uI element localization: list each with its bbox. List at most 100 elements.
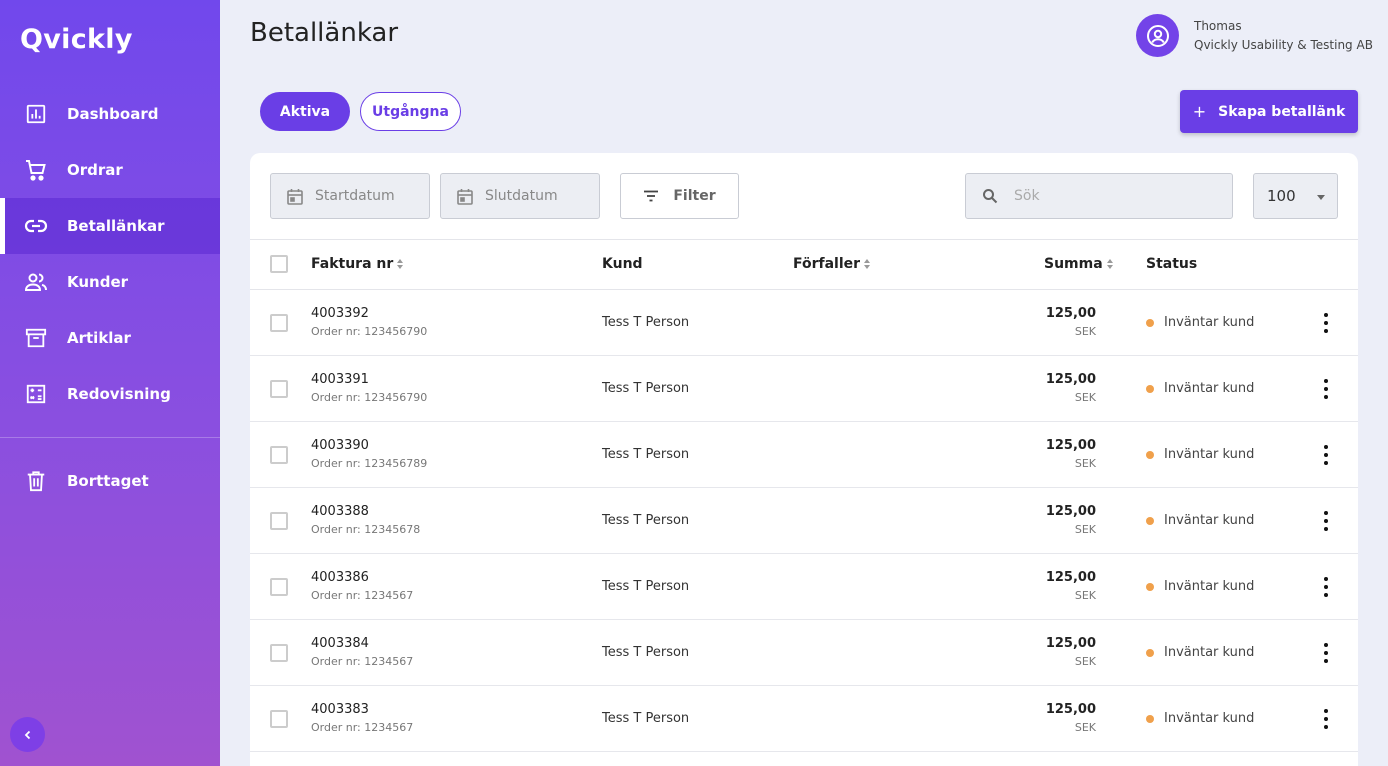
avatar[interactable] <box>1136 14 1179 57</box>
cart-icon <box>24 158 48 182</box>
sort-icon <box>397 259 404 269</box>
status-text: Inväntar kund <box>1164 447 1255 462</box>
select-all-checkbox[interactable] <box>270 255 288 273</box>
search-icon <box>982 188 998 204</box>
start-date-field[interactable]: Startdatum <box>270 173 430 219</box>
currency: SEK <box>1074 325 1096 338</box>
table-header: Faktura nr Kund Förfaller Summa Status <box>250 239 1358 290</box>
more-options-icon[interactable] <box>1316 443 1336 467</box>
table-row[interactable]: 4003390 Order nr: 123456789 Tess T Person 1… <box>250 422 1358 488</box>
amount-value: 125,00 <box>1045 306 1096 321</box>
customer-name: Tess T Person <box>602 645 690 660</box>
customer-name: Tess T Person <box>602 315 690 330</box>
row-checkbox[interactable] <box>270 512 288 530</box>
invoice-number: 4003384 <box>311 636 369 651</box>
create-payment-link-button[interactable]: + Skapa betallänk <box>1180 90 1358 133</box>
table-row[interactable]: 4003392 Order nr: 123456790 Tess T Person 1… <box>250 290 1358 356</box>
collapse-sidebar-button[interactable] <box>10 717 45 752</box>
invoice-number: 4003388 <box>311 504 369 519</box>
invoice-number: 4003391 <box>311 372 369 387</box>
amount-value: 125,00 <box>1045 570 1096 585</box>
status-dot-icon <box>1146 451 1154 459</box>
currency: SEK <box>1074 523 1096 536</box>
column-label: Status <box>1146 256 1198 272</box>
sidebar-divider <box>0 437 220 438</box>
row-checkbox[interactable] <box>270 578 288 596</box>
column-label: Summa <box>1044 256 1103 272</box>
start-date-placeholder: Startdatum <box>315 188 395 204</box>
people-icon <box>24 270 48 294</box>
row-checkbox[interactable] <box>270 446 288 464</box>
table-row[interactable]: 4003391 Order nr: 123456790 Tess T Person 1… <box>250 356 1358 422</box>
search-input[interactable] <box>1014 188 1214 204</box>
invoice-number: 4003390 <box>311 438 369 453</box>
end-date-field[interactable]: Slutdatum <box>440 173 600 219</box>
sidebar-item-label: Dashboard <box>67 105 159 123</box>
sidebar-item-redovisning[interactable]: Redovisning <box>0 366 220 422</box>
row-checkbox[interactable] <box>270 314 288 332</box>
column-label: Kund <box>602 256 643 272</box>
more-options-icon[interactable] <box>1316 377 1336 401</box>
column-header-due[interactable]: Förfaller <box>793 256 871 272</box>
row-checkbox[interactable] <box>270 380 288 398</box>
sidebar-item-kunder[interactable]: Kunder <box>0 254 220 310</box>
customer-name: Tess T Person <box>602 381 690 396</box>
status-dot-icon <box>1146 715 1154 723</box>
page-size-select[interactable]: 100 <box>1253 173 1338 219</box>
sidebar-bottom-nav: Borttaget <box>0 453 220 509</box>
status-text: Inväntar kund <box>1164 315 1255 330</box>
table-row[interactable]: 4003386 Order nr: 1234567 Tess T Person 125… <box>250 554 1358 620</box>
status-dot-icon <box>1146 583 1154 591</box>
amount-value: 125,00 <box>1045 372 1096 387</box>
status-text: Inväntar kund <box>1164 711 1255 726</box>
sidebar-item-label: Ordrar <box>67 161 123 179</box>
column-label: Förfaller <box>793 256 861 272</box>
sidebar-item-dashboard[interactable]: Dashboard <box>0 86 220 142</box>
sidebar: Qvickly Dashboard Ordrar Betallänkar Kun… <box>0 0 220 766</box>
plus-icon: + <box>1192 102 1207 121</box>
row-checkbox[interactable] <box>270 644 288 662</box>
amount-value: 125,00 <box>1045 504 1096 519</box>
sidebar-item-betallankar[interactable]: Betallänkar <box>0 198 220 254</box>
column-header-amount[interactable]: Summa <box>1044 256 1113 272</box>
more-options-icon[interactable] <box>1316 641 1336 665</box>
tab-utgangna[interactable]: Utgångna <box>360 92 461 131</box>
more-options-icon[interactable] <box>1316 509 1336 533</box>
column-header-invoice[interactable]: Faktura nr <box>311 256 404 272</box>
customer-name: Tess T Person <box>602 513 690 528</box>
sidebar-item-artiklar[interactable]: Artiklar <box>0 310 220 366</box>
more-options-icon[interactable] <box>1316 575 1336 599</box>
tab-aktiva[interactable]: Aktiva <box>260 92 350 131</box>
status-text: Inväntar kund <box>1164 645 1255 660</box>
amount-value: 125,00 <box>1045 702 1096 717</box>
order-number: Order nr: 12345678 <box>311 523 421 536</box>
sidebar-item-borttaget[interactable]: Borttaget <box>0 453 220 509</box>
status-text: Inväntar kund <box>1164 513 1255 528</box>
link-icon <box>24 214 48 238</box>
column-header-customer: Kund <box>602 256 643 272</box>
sidebar-item-label: Kunder <box>67 273 129 291</box>
sidebar-item-label: Redovisning <box>67 385 171 403</box>
table-row[interactable]: 4003384 Order nr: 1234567 Tess T Person 125… <box>250 620 1358 686</box>
bar-chart-icon <box>24 102 48 126</box>
payment-links-card: Startdatum Slutdatum Filter 100 Faktura … <box>250 153 1358 766</box>
more-options-icon[interactable] <box>1316 707 1336 731</box>
customer-name: Tess T Person <box>602 711 690 726</box>
currency: SEK <box>1074 457 1096 470</box>
search-field[interactable] <box>965 173 1233 219</box>
filter-icon <box>643 190 659 202</box>
order-number: Order nr: 123456790 <box>311 325 428 338</box>
order-number: Order nr: 1234567 <box>311 721 414 734</box>
calendar-icon <box>457 188 473 205</box>
currency: SEK <box>1074 721 1096 734</box>
status-dot-icon <box>1146 649 1154 657</box>
table-row[interactable]: 4003383 Order nr: 1234567 Tess T Person 125… <box>250 686 1358 752</box>
more-options-icon[interactable] <box>1316 311 1336 335</box>
user-name: Thomas <box>1194 19 1242 33</box>
caret-down-icon <box>1317 195 1325 200</box>
order-number: Order nr: 123456789 <box>311 457 428 470</box>
row-checkbox[interactable] <box>270 710 288 728</box>
sidebar-item-ordrar[interactable]: Ordrar <box>0 142 220 198</box>
filter-button[interactable]: Filter <box>620 173 739 219</box>
table-row[interactable]: 4003388 Order nr: 12345678 Tess T Person 12… <box>250 488 1358 554</box>
